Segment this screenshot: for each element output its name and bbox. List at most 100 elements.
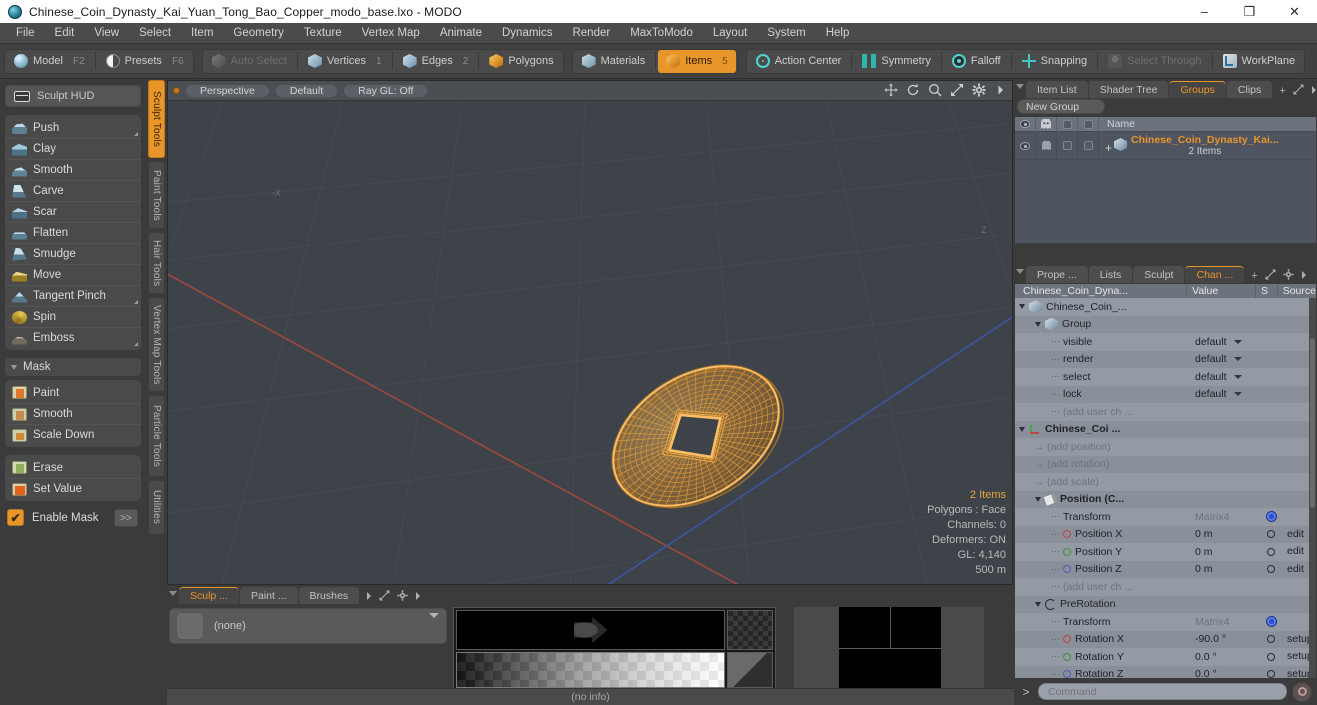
tab-brushes[interactable]: Brushes xyxy=(298,587,360,604)
menu-item-view[interactable]: View xyxy=(84,23,129,44)
channel-state-ring-icon[interactable] xyxy=(1267,530,1275,539)
channel-row[interactable]: ⋯ Position Z0 m edit xyxy=(1015,560,1316,579)
channel-row[interactable]: ⋯ Rotation X -90.0 ° setup xyxy=(1015,630,1316,648)
toolbar-button-presets[interactable]: Presets F6 xyxy=(98,50,192,73)
toolbar-button-action-center[interactable]: Action Center xyxy=(748,50,850,73)
toolbar-button-edges[interactable]: Edges 2 xyxy=(395,50,477,73)
tool-erase[interactable]: Erase xyxy=(5,457,141,478)
brush-alpha-swatch[interactable] xyxy=(727,610,773,650)
toolbar-button-materials[interactable]: Materials xyxy=(574,50,654,73)
channel-s-cell[interactable] xyxy=(1260,351,1282,369)
channel-value-cell[interactable]: Matrix4 xyxy=(1190,508,1260,526)
channel-s-cell[interactable] xyxy=(1260,403,1282,421)
channel-s-cell[interactable] xyxy=(1260,578,1282,596)
maximize-button[interactable]: ❐ xyxy=(1227,0,1272,23)
vtab-paint-tools[interactable]: Paint Tools xyxy=(148,161,165,229)
channel-state-ring-icon[interactable] xyxy=(1267,565,1275,574)
more-tools-button[interactable]: >> xyxy=(114,509,138,527)
tool-smooth[interactable]: Smooth xyxy=(5,403,141,424)
toolbar-button-select-through[interactable]: Select Through xyxy=(1100,50,1209,73)
expand-corner-icon[interactable] xyxy=(134,342,138,346)
channel-row[interactable]: → (add position) xyxy=(1015,438,1316,456)
channel-s-cell[interactable] xyxy=(1260,316,1282,334)
gear-icon[interactable] xyxy=(972,83,986,97)
row-eye-toggle[interactable] xyxy=(1015,131,1036,160)
zoom-icon[interactable] xyxy=(928,83,942,97)
vtab-utilities[interactable]: Utilities xyxy=(148,480,165,535)
fit-view-icon[interactable] xyxy=(950,83,964,97)
channel-row[interactable]: PreRotation xyxy=(1015,595,1316,613)
preset-selector[interactable]: (none) xyxy=(169,608,447,644)
expand-icon[interactable] xyxy=(1293,84,1304,98)
channel-s-cell[interactable] xyxy=(1260,368,1282,386)
chevron-right-icon[interactable] xyxy=(1301,270,1307,283)
tool-flatten[interactable]: Flatten xyxy=(5,222,141,243)
pan-icon[interactable] xyxy=(884,83,898,97)
transform-gear-icon[interactable] xyxy=(1265,511,1277,523)
row-ghost-toggle[interactable] xyxy=(1036,131,1057,160)
toolbar-button-symmetry[interactable]: Symmetry xyxy=(854,50,939,73)
menu-item-select[interactable]: Select xyxy=(129,23,181,44)
tab-sculpt[interactable]: Sculpt xyxy=(1133,266,1185,283)
chevron-right-icon[interactable] xyxy=(1311,85,1317,98)
menu-item-texture[interactable]: Texture xyxy=(294,23,352,44)
channel-row[interactable]: ⋯ select default xyxy=(1015,368,1316,386)
channel-s-cell[interactable] xyxy=(1260,543,1282,561)
tool-paint[interactable]: Paint xyxy=(5,382,141,403)
expand-corner-icon[interactable] xyxy=(134,300,138,304)
chevron-down-icon[interactable] xyxy=(366,591,372,604)
group-expander[interactable]: + xyxy=(1105,141,1112,155)
twirl-open-icon[interactable] xyxy=(1019,426,1025,432)
channel-value-cell[interactable]: default xyxy=(1190,333,1260,351)
channel-row[interactable]: ⋯ (add user ch ... xyxy=(1015,403,1316,421)
menu-item-render[interactable]: Render xyxy=(562,23,620,44)
tool-push[interactable]: Push xyxy=(5,117,141,138)
tab-clips[interactable]: Clips xyxy=(1226,81,1273,98)
tab-chan-[interactable]: Chan ... xyxy=(1185,266,1245,283)
tool-smudge[interactable]: Smudge xyxy=(5,243,141,264)
vtab-hair-tools[interactable]: Hair Tools xyxy=(148,232,165,294)
menu-item-dynamics[interactable]: Dynamics xyxy=(492,23,562,44)
tool-move[interactable]: Move xyxy=(5,264,141,285)
tab-paint-[interactable]: Paint ... xyxy=(239,587,298,604)
tool-spin[interactable]: Spin xyxy=(5,306,141,327)
channel-value-cell[interactable] xyxy=(1190,578,1260,596)
chevron-right-icon[interactable] xyxy=(415,591,421,604)
channel-value-cell[interactable]: 0 m xyxy=(1190,561,1260,579)
texture-quad-preview[interactable] xyxy=(794,607,984,689)
channel-value-cell[interactable]: 0.0 ° xyxy=(1190,648,1260,666)
expand-corner-icon[interactable] xyxy=(134,132,138,136)
channels-list[interactable]: Chinese_Coin_Dyna... Value S Source Chin… xyxy=(1014,283,1317,688)
channel-state-ring-icon[interactable] xyxy=(1267,635,1275,644)
channel-value-cell[interactable] xyxy=(1190,456,1260,474)
expand-icon[interactable] xyxy=(1265,269,1276,283)
channel-value-cell[interactable] xyxy=(1190,438,1260,456)
checkbox-icon[interactable]: ✔ xyxy=(7,509,24,526)
tab-prope-[interactable]: Prope ... xyxy=(1026,266,1088,283)
toolbar-button-vertices[interactable]: Vertices 1 xyxy=(300,50,390,73)
channel-row[interactable]: Group xyxy=(1015,315,1316,334)
row-select-toggle[interactable] xyxy=(1078,131,1099,160)
chevron-down-icon[interactable] xyxy=(1234,339,1242,344)
chevron-down-icon[interactable] xyxy=(429,613,439,618)
channel-s-cell[interactable] xyxy=(1260,508,1282,526)
menu-item-maxtomodo[interactable]: MaxToModo xyxy=(620,23,703,44)
channel-value-cell[interactable] xyxy=(1190,491,1260,509)
channel-value-cell[interactable] xyxy=(1190,473,1260,491)
toolbar-button-snapping[interactable]: Snapping xyxy=(1014,50,1096,73)
channel-value-cell[interactable]: 0 m xyxy=(1190,526,1260,544)
channel-row[interactable]: ⋯ Position X0 m edit xyxy=(1015,525,1316,544)
tool-carve[interactable]: Carve xyxy=(5,180,141,201)
vtab-particle-tools[interactable]: Particle Tools xyxy=(148,395,165,477)
tab-groups[interactable]: Groups xyxy=(1169,81,1226,98)
viewport-shading-dropdown[interactable]: Default xyxy=(274,83,339,98)
chevron-right-icon[interactable] xyxy=(994,83,1008,97)
channel-row[interactable]: ⋯ (add user ch ... xyxy=(1015,578,1316,596)
tool-scale-down[interactable]: Scale Down xyxy=(5,424,141,445)
tool-set-value[interactable]: Set Value xyxy=(5,478,141,499)
group-list[interactable]: Name + Chinese_Coin_Dynasty_Kai... 2 Ite… xyxy=(1014,116,1317,244)
tool-clay[interactable]: Clay xyxy=(5,138,141,159)
rotate-icon[interactable] xyxy=(906,83,920,97)
channel-value-cell[interactable]: 0 m xyxy=(1190,543,1260,561)
tool-tangent-pinch[interactable]: Tangent Pinch xyxy=(5,285,141,306)
